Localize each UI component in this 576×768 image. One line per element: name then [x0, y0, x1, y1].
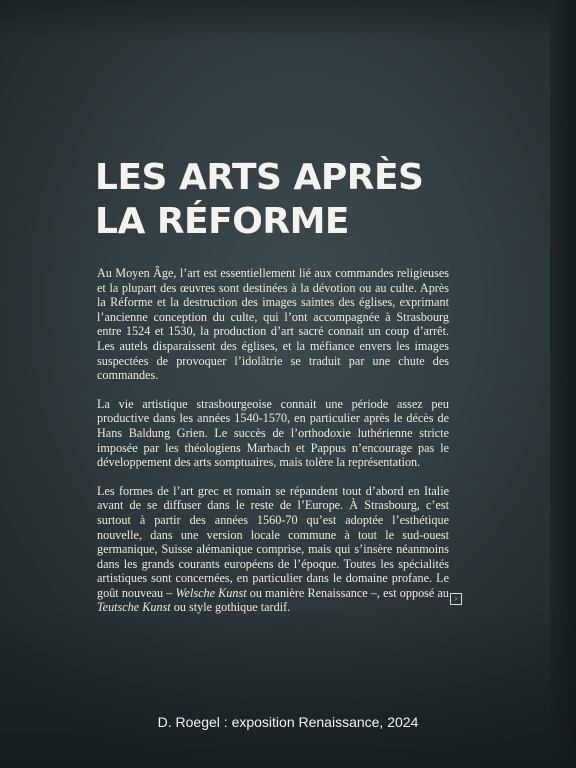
paragraph-3-term-welsche: Welsche Kunst	[175, 585, 247, 600]
panel-title: LES ARTS APRÈS LA RÉFORME	[95, 156, 495, 244]
photo-caption: D. Roegel : exposition Renaissance, 2024	[157, 714, 419, 730]
next-arrow-icon: ›	[450, 593, 462, 605]
top-shadow	[0, 0, 576, 40]
photo-scene: LES ARTS APRÈS LA RÉFORME Au Moyen Âge, …	[0, 0, 576, 768]
panel-title-line1: LES ARTS APRÈS	[95, 157, 424, 198]
paragraph-2: La vie artistique strasbourgeoise connai…	[97, 396, 449, 470]
paragraph-1: Au Moyen Âge, l’art est essentiellement …	[97, 266, 449, 383]
panel-title-line2: LA RÉFORME	[95, 201, 349, 242]
paragraph-3-part3: ou style gothique tardif.	[170, 600, 291, 615]
paragraph-3: Les formes de l’art grec et romain se ré…	[97, 484, 449, 615]
paragraph-3-part2: ou manière Renaissance –, est opposé au	[246, 585, 449, 600]
paragraph-3-part1: Les formes de l’art grec et romain se ré…	[97, 483, 449, 600]
panel-body: Au Moyen Âge, l’art est essentiellement …	[97, 266, 449, 629]
paragraph-3-term-teutsche: Teutsche Kunst	[97, 600, 171, 615]
bottom-shadow	[0, 608, 576, 768]
